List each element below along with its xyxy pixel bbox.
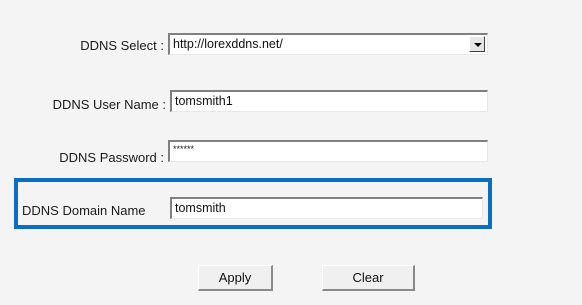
clear-button[interactable]: Clear: [322, 265, 415, 291]
apply-button[interactable]: Apply: [198, 265, 273, 291]
ddns-user-name-label: DDNS User Name :: [52, 97, 166, 112]
ddns-user-name-field[interactable]: tomsmith1: [170, 90, 488, 112]
chevron-down-icon[interactable]: [469, 36, 485, 52]
ddns-select-value: http://lorexddns.net/: [173, 37, 283, 51]
ddns-select-dropdown[interactable]: http://lorexddns.net/: [168, 33, 488, 55]
ddns-password-field[interactable]: ******: [168, 140, 488, 162]
ddns-select-label: DDNS Select :: [80, 38, 164, 53]
ddns-password-label: DDNS Password :: [59, 150, 164, 165]
ddns-domain-name-label: DDNS Domain Name: [22, 203, 146, 218]
ddns-domain-name-field[interactable]: tomsmith: [170, 197, 483, 219]
